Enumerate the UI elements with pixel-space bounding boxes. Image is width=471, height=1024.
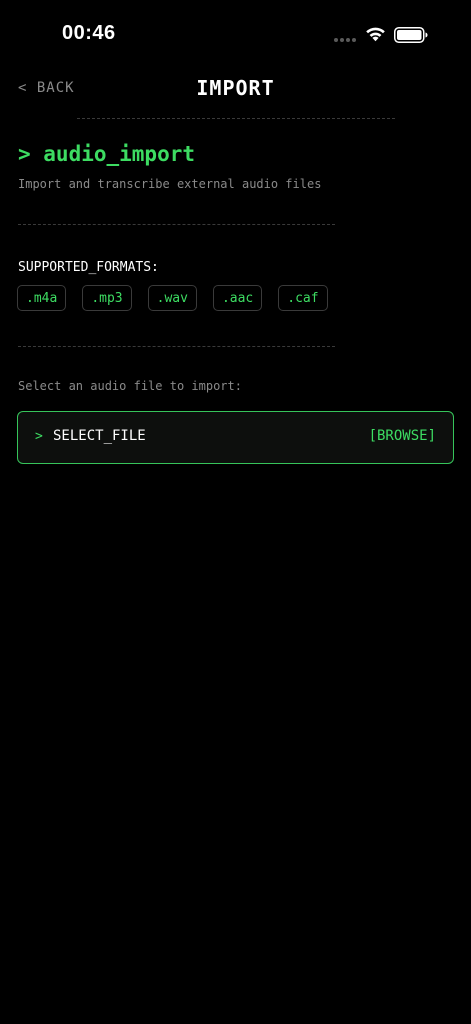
format-chip-caf: .caf (278, 285, 328, 311)
section-subtitle: Import and transcribe external audio fil… (18, 177, 322, 191)
browse-label: [BROWSE] (368, 428, 436, 444)
format-chip-mp3: .mp3 (82, 285, 132, 311)
signal-dots-icon (334, 38, 356, 42)
section-title: > audio_import (18, 142, 196, 166)
select-file-button[interactable]: > SELECT_FILE [BROWSE] (17, 411, 454, 464)
supported-formats-label: SUPPORTED_FORMATS: (18, 260, 159, 275)
select-file-label: SELECT_FILE (53, 428, 146, 444)
nav-bar: < BACK IMPORT (0, 70, 471, 110)
battery-icon (394, 27, 428, 43)
title-divider (77, 118, 395, 119)
wifi-icon (366, 27, 385, 42)
prompt-caret: > (35, 429, 43, 444)
divider (18, 346, 335, 347)
status-bar: 00:46 (0, 0, 471, 60)
divider (18, 224, 335, 225)
status-time: 00:46 (62, 22, 116, 44)
format-chip-aac: .aac (212, 285, 263, 311)
supported-formats-list: .m4a .mp3 .wav .aac .caf (17, 285, 328, 311)
format-chip-wav: .wav (147, 285, 197, 311)
page-title: IMPORT (196, 76, 275, 100)
format-chip-m4a: .m4a (17, 285, 67, 311)
select-file-prompt: Select an audio file to import: (18, 379, 242, 393)
